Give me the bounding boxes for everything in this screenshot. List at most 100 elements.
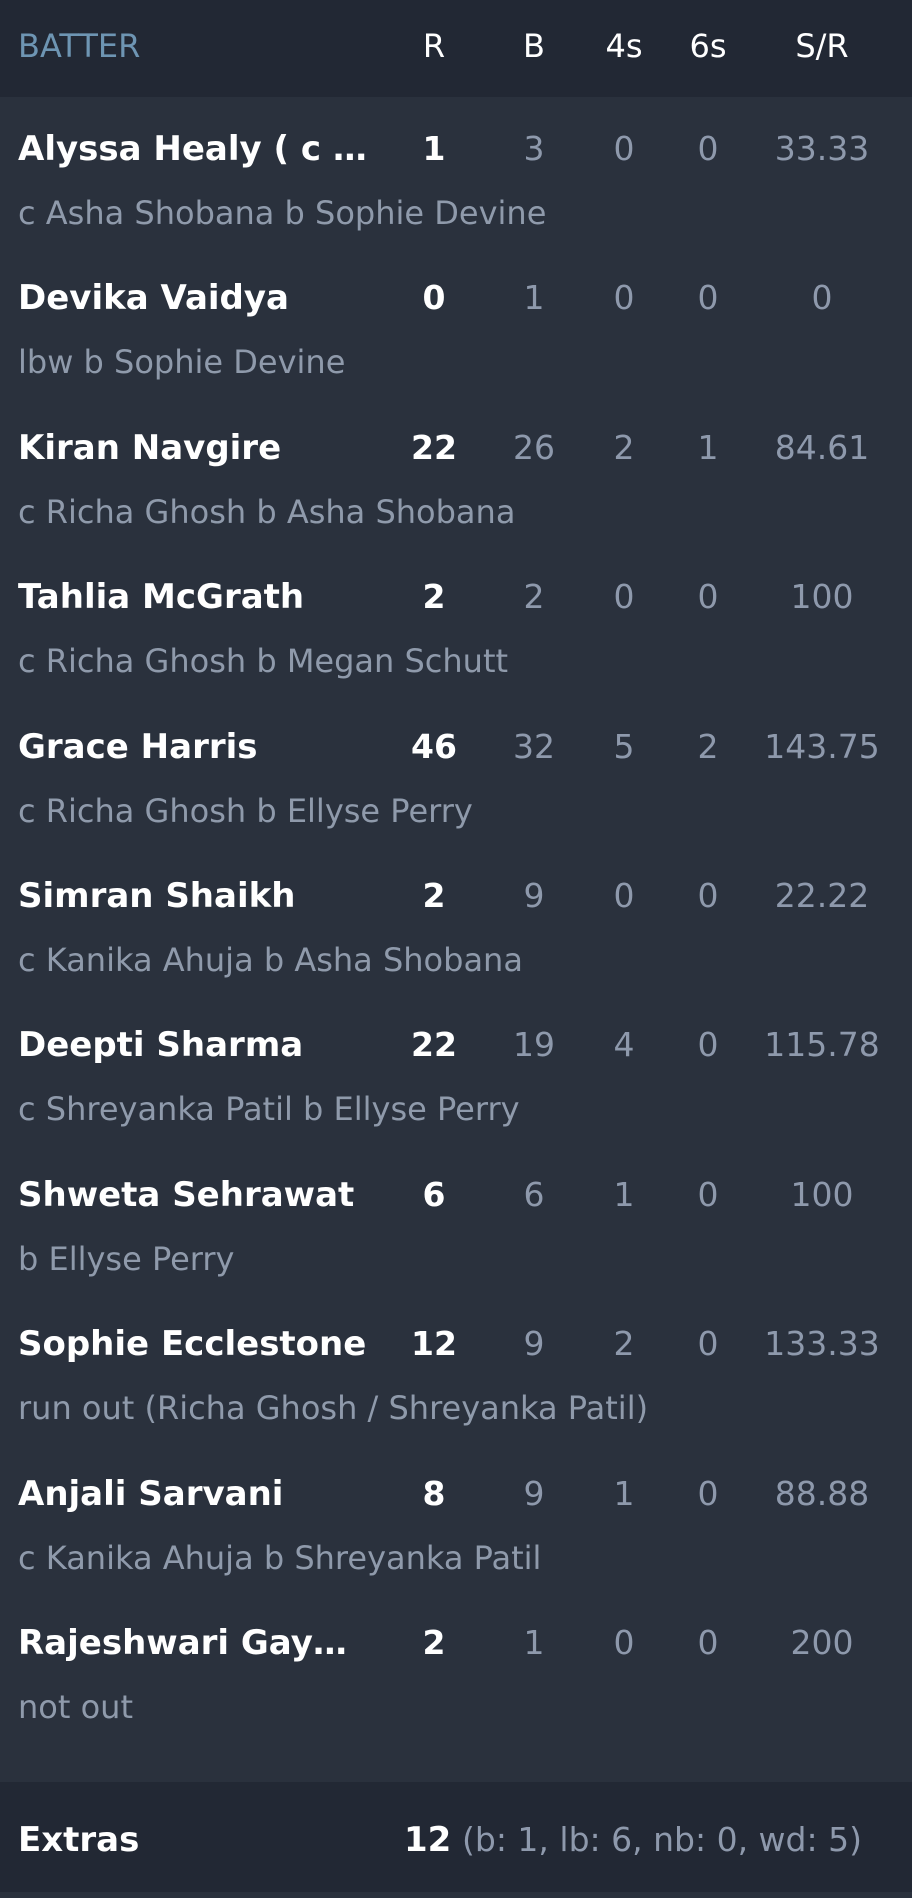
batter-runs: 2 [422,577,446,617]
batter-sixes: 0 [697,1174,719,1214]
batter-sixes: 0 [697,129,719,168]
batter-dismissal: b Ellyse Perry [18,1239,235,1278]
extras-total: 12 [404,1820,452,1860]
batter-name[interactable]: Grace Harris [18,725,368,769]
batter-fours: 0 [613,577,635,617]
batter-row[interactable]: Anjali Sarvani 8 9 1 0 88.88 c Kanika Ah… [0,1442,912,1591]
batter-fours: 2 [613,1324,635,1364]
batter-strike-rate: 33.33 [774,129,870,168]
batter-runs: 2 [422,875,446,915]
batter-row[interactable]: Shweta Sehrawat 6 6 1 0 100 b Ellyse Per… [0,1143,912,1292]
batter-dismissal: c Asha Shobana b Sophie Devine [18,194,547,232]
batter-sixes: 2 [697,726,719,766]
batter-fours: 2 [613,427,635,467]
batter-row[interactable]: Deepti Sharma 22 19 4 0 115.78 c Shreyan… [0,993,912,1142]
scorecard-screen: BATTER R B 4s 6s S/R Alyssa Healy ( c ) … [0,0,912,1892]
batter-name[interactable]: Anjali Sarvani [18,1472,368,1516]
batter-sixes: 0 [697,1025,719,1065]
batter-runs: 1 [422,129,446,168]
batter-name[interactable]: Tahlia McGrath [18,575,368,619]
batter-balls: 2 [523,577,545,617]
header-strike-rate: S/R [795,27,849,65]
header-batter: BATTER [18,27,141,65]
batter-name[interactable]: Kiran Navgire [18,426,368,470]
batter-strike-rate: 0 [811,278,833,318]
batter-name[interactable]: Alyssa Healy ( c ) &… [18,127,368,171]
batter-row[interactable]: Simran Shaikh 2 9 0 0 22.22 c Kanika Ahu… [0,844,912,993]
batter-dismissal: not out [18,1687,133,1726]
batting-table-header: BATTER R B 4s 6s S/R [0,0,912,97]
batter-strike-rate: 115.78 [764,1025,880,1065]
extras-row: Extras 12 (b: 1, lb: 6, nb: 0, wd: 5) [0,1782,912,1892]
batter-runs: 22 [411,1025,457,1065]
batter-name[interactable]: Deepti Sharma [18,1023,368,1067]
batter-dismissal: c Richa Ghosh b Asha Shobana [18,492,516,531]
batter-balls: 1 [523,1622,545,1662]
batter-sixes: 0 [697,1622,719,1662]
batter-runs: 12 [411,1324,457,1364]
batter-name[interactable]: Simran Shaikh [18,874,368,918]
batter-dismissal: lbw b Sophie Devine [18,343,346,382]
batter-fours: 0 [613,1622,635,1662]
batter-row[interactable]: Tahlia McGrath 2 2 0 0 100 c Richa Ghosh… [0,545,912,694]
header-sixes: 6s [689,27,727,65]
batter-strike-rate: 133.33 [764,1324,880,1364]
batter-name[interactable]: Rajeshwari Gayakw… [18,1621,368,1665]
batter-row[interactable]: Kiran Navgire 22 26 2 1 84.61 c Richa Gh… [0,396,912,545]
batter-sixes: 1 [697,427,719,467]
batter-balls: 3 [523,129,545,168]
batter-sixes: 0 [697,577,719,617]
batter-sixes: 0 [697,875,719,915]
batter-balls: 9 [523,875,545,915]
batter-row[interactable]: Grace Harris 46 32 5 2 143.75 c Richa Gh… [0,695,912,844]
batter-strike-rate: 22.22 [774,875,870,915]
batter-name[interactable]: Shweta Sehrawat [18,1173,368,1217]
batter-row[interactable]: Alyssa Healy ( c ) &… 1 3 0 0 33.33 c As… [0,97,912,246]
batter-row[interactable]: Devika Vaidya 0 1 0 0 0 lbw b Sophie Dev… [0,246,912,395]
batter-strike-rate: 84.61 [774,427,870,467]
header-balls: B [523,27,545,65]
batter-sixes: 0 [697,1473,719,1513]
batter-sixes: 0 [697,1324,719,1364]
batter-runs: 22 [411,427,457,467]
extras-breakdown: (b: 1, lb: 6, nb: 0, wd: 5) [462,1820,862,1859]
batter-strike-rate: 88.88 [774,1473,870,1513]
batter-name[interactable]: Sophie Ecclestone [18,1322,368,1366]
batter-runs: 6 [422,1174,446,1214]
batter-sixes: 0 [697,278,719,318]
batter-dismissal: c Shreyanka Patil b Ellyse Perry [18,1090,520,1129]
batter-balls: 26 [513,427,555,467]
batter-balls: 9 [523,1473,545,1513]
batter-dismissal: c Richa Ghosh b Ellyse Perry [18,791,473,830]
batter-balls: 9 [523,1324,545,1364]
batter-runs: 46 [411,726,457,766]
batter-dismissal: run out (Richa Ghosh / Shreyanka Patil) [18,1389,649,1428]
batter-fours: 0 [613,278,635,318]
batter-fours: 5 [613,726,635,766]
batter-fours: 1 [613,1174,635,1214]
batter-row[interactable]: Rajeshwari Gayakw… 2 1 0 0 200 not out [0,1591,912,1740]
batter-strike-rate: 100 [790,1174,854,1214]
batter-strike-rate: 200 [790,1622,854,1662]
batter-strike-rate: 143.75 [764,726,880,766]
header-runs: R [422,27,446,65]
batter-dismissal: c Kanika Ahuja b Shreyanka Patil [18,1538,542,1577]
batter-balls: 6 [523,1174,545,1214]
batter-runs: 0 [422,278,446,318]
batter-fours: 0 [613,129,635,168]
header-fours: 4s [605,27,643,65]
batter-balls: 32 [513,726,555,766]
batter-row[interactable]: Sophie Ecclestone 12 9 2 0 133.33 run ou… [0,1292,912,1441]
batter-name[interactable]: Devika Vaidya [18,276,368,320]
batter-runs: 8 [422,1473,446,1513]
batter-fours: 0 [613,875,635,915]
batter-dismissal: c Richa Ghosh b Megan Schutt [18,642,509,681]
extras-label: Extras [18,1820,140,1860]
batter-fours: 4 [613,1025,635,1065]
batter-balls: 19 [513,1025,555,1065]
batter-dismissal: c Kanika Ahuja b Asha Shobana [18,940,523,979]
batter-runs: 2 [422,1622,446,1662]
batter-balls: 1 [523,278,545,318]
batters-list: Alyssa Healy ( c ) &… 1 3 0 0 33.33 c As… [0,97,912,1740]
batter-fours: 1 [613,1473,635,1513]
